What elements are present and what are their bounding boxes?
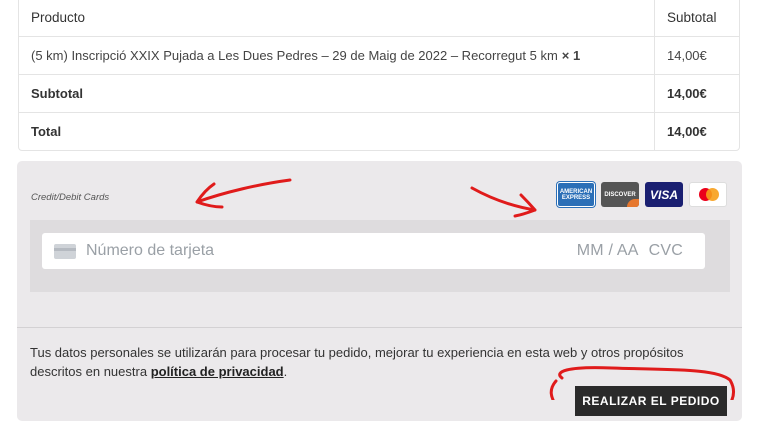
item-name-cell: (5 km) Inscripció XXIX Pujada a Les Dues… [19, 37, 654, 75]
total-row: Total 14,00€ [19, 113, 739, 150]
privacy-policy-link[interactable]: política de privacidad [151, 364, 284, 379]
item-price: 14,00€ [654, 37, 739, 75]
discover-icon: DISCOVER [601, 182, 639, 207]
visa-icon: VISA [645, 182, 683, 207]
amex-icon: AMERICAN EXPRESS [557, 182, 595, 207]
expiry-placeholder[interactable]: MM / AA [577, 242, 639, 259]
total-label: Total [31, 124, 62, 139]
total-value: 14,00€ [654, 113, 739, 150]
item-name: (5 km) Inscripció XXIX Pujada a Les Dues… [31, 48, 558, 63]
payment-box: Credit/Debit Cards AMERICAN EXPRESS DISC… [17, 161, 742, 421]
credit-card-icon [54, 243, 76, 259]
mastercard-icon [689, 182, 727, 207]
header-product: Producto [19, 0, 654, 37]
subtotal-row: Subtotal 14,00€ [19, 75, 739, 113]
table-row: (5 km) Inscripció XXIX Pujada a Les Dues… [19, 37, 739, 75]
header-subtotal: Subtotal [654, 0, 739, 37]
card-number-input[interactable]: Número de tarjeta MM / AA CVC [42, 233, 705, 269]
privacy-notice: Tus datos personales se utilizarán para … [30, 345, 684, 379]
payment-method-label[interactable]: Credit/Debit Cards [31, 192, 109, 203]
item-quantity: × 1 [561, 48, 581, 63]
card-logos: AMERICAN EXPRESS DISCOVER VISA [557, 182, 727, 207]
card-number-placeholder[interactable]: Número de tarjeta [86, 242, 567, 260]
subtotal-value: 14,00€ [654, 75, 739, 113]
divider [17, 327, 742, 328]
cvc-placeholder[interactable]: CVC [649, 242, 683, 259]
place-order-button[interactable]: REALIZAR EL PEDIDO [575, 386, 727, 416]
table-header-row: Producto Subtotal [19, 0, 739, 37]
order-summary-table: Producto Subtotal (5 km) Inscripció XXIX… [18, 0, 740, 151]
subtotal-label: Subtotal [19, 75, 654, 113]
card-form-area: Número de tarjeta MM / AA CVC [30, 220, 730, 292]
